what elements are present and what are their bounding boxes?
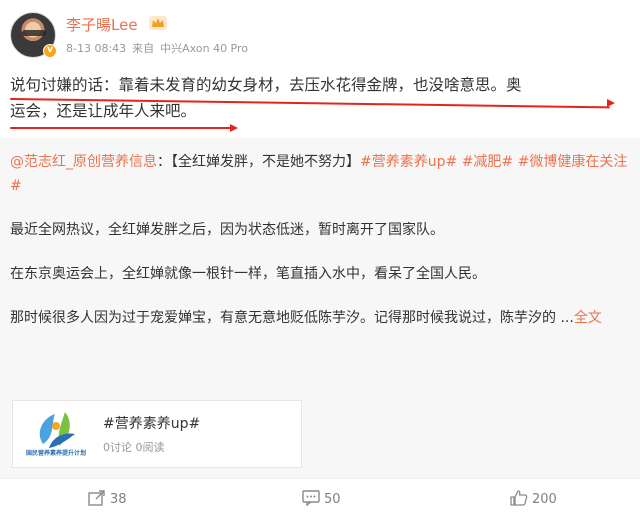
comment-button[interactable]: 50 bbox=[302, 490, 341, 510]
member-crown-icon bbox=[149, 16, 167, 30]
share-icon bbox=[88, 490, 105, 506]
post-meta: 8-13 08:43 来自 中兴Axon 40 Pro bbox=[66, 40, 254, 56]
verified-badge-icon: v bbox=[43, 44, 57, 58]
topic-card-stats: 0讨论 0阅读 bbox=[103, 441, 165, 454]
topic-card-title[interactable]: #营养素养up# bbox=[103, 413, 200, 433]
source-prefix: 来自 bbox=[132, 42, 155, 55]
comment-icon bbox=[302, 490, 320, 507]
hashtag-nutrition[interactable]: #营养素养up# bbox=[360, 154, 457, 170]
repost-headline: 【全红婵发胖，不是她不努力】 bbox=[171, 154, 360, 170]
repost-text: @范志红_原创营养信息：【全红婵发胖，不是她不努力】#营养素养up# #减肥# … bbox=[10, 150, 630, 330]
logo-caption: 国民营养素养提升计划 bbox=[25, 450, 86, 457]
repost-count: 38 bbox=[110, 492, 127, 507]
repost-paragraph-3: 那时候很多人因为过于宠爱婵宝，有意无意地贬低陈芋汐。记得那时候我说过，陈芋汐的 … bbox=[10, 310, 574, 326]
like-button[interactable]: 200 bbox=[510, 490, 557, 510]
red-underline-2 bbox=[10, 127, 232, 129]
topic-card[interactable]: 国民营养素养提升计划 #营养素养up# 0讨论 0阅读 bbox=[12, 400, 302, 468]
action-bar: 38 50 200 bbox=[0, 478, 640, 520]
like-count: 200 bbox=[532, 492, 557, 507]
read-more-link[interactable]: 全文 bbox=[574, 310, 602, 326]
thumbs-up-icon bbox=[510, 490, 528, 506]
red-arrowhead-1 bbox=[607, 99, 615, 107]
repost-author-link[interactable]: @范志红_原创营养信息 bbox=[10, 154, 157, 170]
post-text-line1: 说句讨嫌的话：靠着未发育的幼女身材，去压水花得金牌，也没啥意思。奥 bbox=[10, 76, 522, 94]
red-arrowhead-2 bbox=[230, 124, 238, 132]
comment-count: 50 bbox=[324, 492, 341, 507]
author-name[interactable]: 李子暘Lee bbox=[66, 14, 138, 35]
post-header: v 李子暘Lee 8-13 08:43 来自 中兴Axon 40 Pro bbox=[0, 0, 640, 70]
repost-paragraph-1: 最近全网热议，全红婵发胖之后，因为状态低迷，暂时离开了国家队。 bbox=[10, 222, 444, 238]
post-device: 中兴Axon 40 Pro bbox=[160, 42, 249, 55]
reposted-content: @范志红_原创营养信息：【全红婵发胖，不是她不努力】#营养素养up# #减肥# … bbox=[0, 138, 640, 478]
hashtag-diet[interactable]: #减肥# bbox=[462, 154, 513, 170]
repost-colon: ： bbox=[157, 154, 171, 170]
post-time[interactable]: 8-13 08:43 bbox=[66, 42, 126, 55]
post-body: 说句讨嫌的话：靠着未发育的幼女身材，去压水花得金牌，也没啥意思。奥 运会，还是让… bbox=[10, 72, 620, 124]
repost-button[interactable]: 38 bbox=[88, 490, 127, 510]
repost-paragraph-2: 在东京奥运会上，全红婵就像一根针一样，笔直插入水中，看呆了全国人民。 bbox=[10, 266, 486, 282]
